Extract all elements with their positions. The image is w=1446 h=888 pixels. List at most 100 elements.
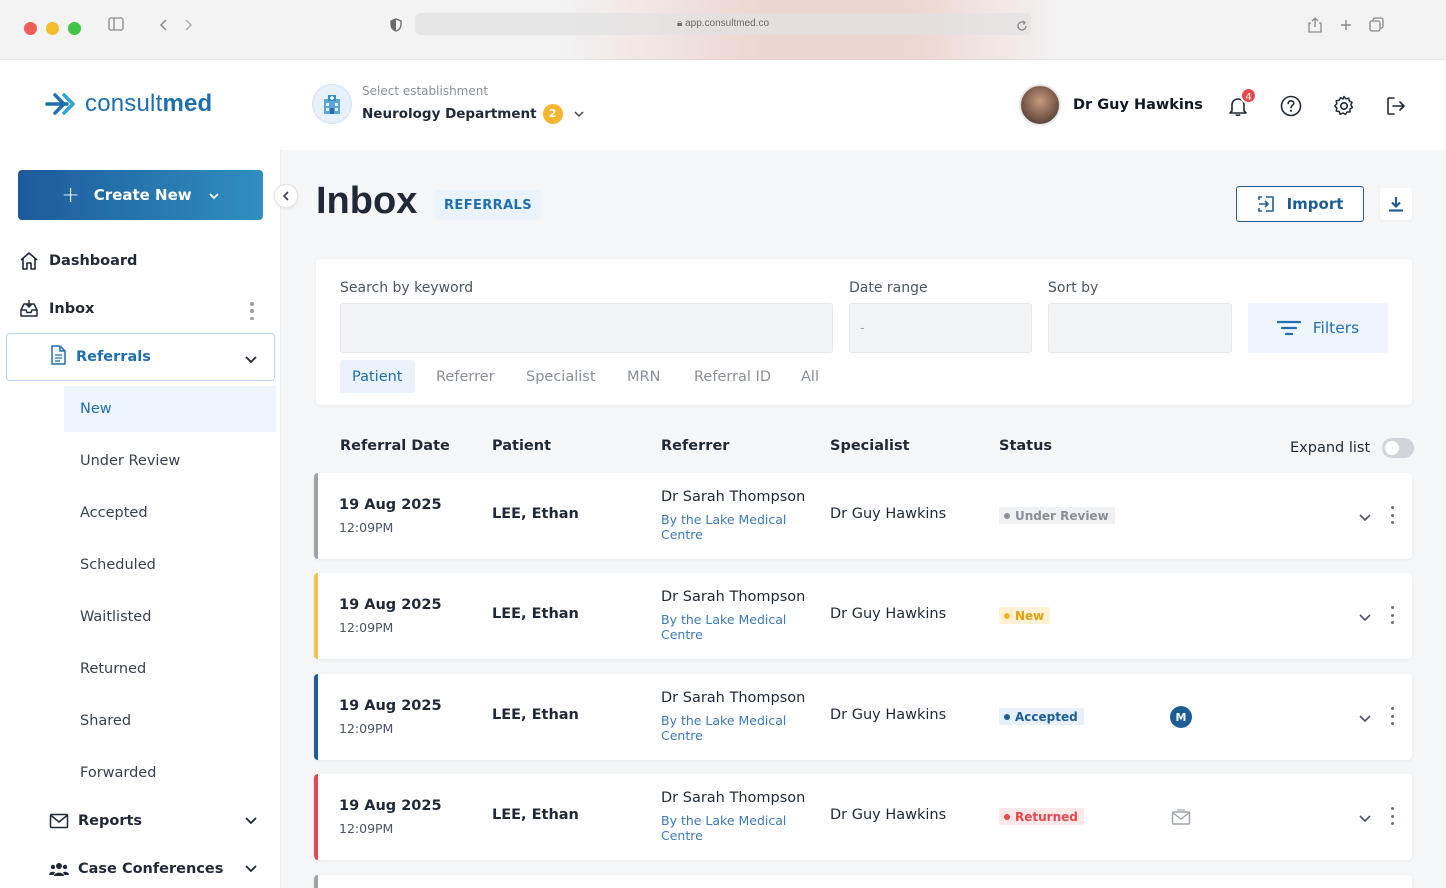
chevron-down-icon — [573, 106, 585, 122]
back-icon[interactable] — [159, 17, 169, 36]
forward-icon[interactable] — [183, 17, 193, 36]
expand-list-toggle[interactable] — [1382, 438, 1415, 458]
row-more-options-button[interactable] — [1388, 707, 1396, 725]
expand-row-chevron-icon[interactable] — [1358, 808, 1372, 827]
referrer-organisation: By the Lake Medical Centre — [661, 512, 787, 542]
table-row[interactable] — [314, 875, 1412, 888]
establishment-selector[interactable]: Select establishment Neurology Departmen… — [312, 84, 585, 124]
sidebar-subitem-accepted[interactable]: Accepted — [64, 490, 276, 536]
filters-label: Filters — [1312, 319, 1360, 337]
sidebar-item-case-conferences[interactable]: Case Conferences — [48, 861, 268, 877]
expand-row-chevron-icon[interactable] — [1358, 607, 1372, 626]
home-icon — [18, 250, 40, 272]
sidebar-item-inbox[interactable]: Inbox — [18, 298, 94, 320]
specialist-name: Dr Guy Hawkins — [830, 807, 947, 823]
table-row[interactable]: 19 Aug 2025 12:09PM LEE, Ethan Dr Sarah … — [314, 674, 1412, 760]
search-label: Search by keyword — [340, 280, 474, 296]
column-header-referral-date[interactable]: Referral Date — [340, 438, 450, 454]
sidebar-subitem-new[interactable]: New — [64, 386, 276, 432]
sidebar-item-reports[interactable]: Reports — [48, 813, 268, 829]
collapse-sidebar-button[interactable] — [274, 184, 298, 208]
status-badge: Accepted — [999, 708, 1084, 725]
logo-arrows-icon — [45, 93, 75, 115]
referral-time: 12:09PM — [339, 721, 394, 736]
sidebar-subitem-forwarded[interactable]: Forwarded — [64, 750, 276, 796]
download-button[interactable] — [1380, 188, 1412, 220]
referral-time: 12:09PM — [339, 620, 394, 635]
logout-button[interactable] — [1383, 93, 1409, 119]
referrer-organisation: By the Lake Medical Centre — [661, 713, 787, 743]
sidebar-item-label: Referrals — [76, 349, 151, 365]
search-input[interactable] — [340, 303, 833, 353]
specialist-name: Dr Guy Hawkins — [830, 606, 947, 622]
column-header-patient[interactable]: Patient — [492, 438, 551, 454]
tab-patient[interactable]: Patient — [340, 360, 415, 393]
sidebar-subitem-shared[interactable]: Shared — [64, 698, 276, 744]
tab-specialist[interactable]: Specialist — [526, 360, 596, 393]
column-header-status[interactable]: Status — [999, 438, 1052, 454]
row-more-options-button[interactable] — [1388, 807, 1396, 825]
sidebar-subitem-under-review[interactable]: Under Review — [64, 438, 276, 484]
row-more-options-button[interactable] — [1388, 606, 1396, 624]
expand-list-label: Expand list — [1290, 440, 1371, 456]
maximize-window-button[interactable] — [68, 22, 81, 35]
column-header-referrer[interactable]: Referrer — [661, 438, 729, 454]
tab-referrer[interactable]: Referrer — [436, 360, 495, 393]
new-tab-icon[interactable] — [1339, 17, 1353, 36]
patient-name[interactable]: LEE, Ethan — [492, 606, 579, 622]
mail-icon[interactable] — [1168, 804, 1194, 830]
privacy-shield-icon[interactable] — [390, 17, 402, 36]
download-icon — [1389, 197, 1403, 212]
establishment-label: Select establishment — [362, 84, 489, 98]
mail-report-icon — [48, 813, 70, 829]
sidebar-subitem-scheduled[interactable]: Scheduled — [64, 542, 276, 588]
referrer-name: Dr Sarah Thompson — [661, 489, 806, 505]
import-button[interactable]: Import — [1236, 186, 1364, 222]
date-range-value: - — [860, 320, 865, 336]
sidebar-toggle-icon[interactable] — [108, 16, 124, 35]
specialist-name: Dr Guy Hawkins — [830, 707, 947, 723]
sidebar-subitem-returned[interactable]: Returned — [64, 646, 276, 692]
tab-all[interactable]: All — [801, 360, 819, 393]
column-header-specialist[interactable]: Specialist — [830, 438, 910, 454]
import-icon — [1257, 195, 1275, 213]
logo-text: consultmed — [85, 90, 213, 117]
date-range-input[interactable]: - — [849, 303, 1032, 353]
sidebar-item-dashboard[interactable]: Dashboard — [18, 250, 137, 272]
expand-row-chevron-icon[interactable] — [1358, 708, 1372, 727]
consultmed-logo[interactable]: consultmed — [45, 90, 212, 118]
table-row[interactable]: 19 Aug 2025 12:09PM LEE, Ethan Dr Sarah … — [314, 573, 1412, 659]
settings-button[interactable] — [1331, 93, 1357, 119]
row-more-options-button[interactable] — [1388, 506, 1396, 524]
tab-overview-icon[interactable] — [1369, 17, 1384, 36]
assignee-indicator[interactable]: M — [1168, 704, 1194, 730]
tab-mrn[interactable]: MRN — [627, 360, 660, 393]
referrer-name: Dr Sarah Thompson — [661, 589, 806, 605]
patient-name[interactable]: LEE, Ethan — [492, 707, 579, 723]
browser-chrome: 🔒︎ app.consultmed.co — [0, 0, 1446, 60]
notifications-button[interactable]: 4 — [1225, 87, 1257, 119]
reload-icon[interactable] — [1016, 17, 1028, 36]
close-window-button[interactable] — [24, 22, 37, 35]
user-profile[interactable]: Dr Guy Hawkins — [1019, 84, 1203, 126]
establishment-count-badge: 2 — [542, 104, 563, 124]
minimize-window-button[interactable] — [46, 22, 59, 35]
patient-name[interactable]: LEE, Ethan — [492, 506, 579, 522]
sidebar-subitem-waitlisted[interactable]: Waitlisted — [64, 594, 276, 640]
share-icon[interactable] — [1308, 17, 1322, 37]
notification-count-badge: 4 — [1240, 87, 1257, 104]
patient-name[interactable]: LEE, Ethan — [492, 807, 579, 823]
inbox-more-options-button[interactable] — [247, 302, 257, 320]
filters-button[interactable]: Filters — [1248, 303, 1388, 353]
tab-referral-id[interactable]: Referral ID — [694, 360, 771, 393]
sidebar-item-referrals[interactable]: Referrals — [6, 333, 275, 381]
referral-time: 12:09PM — [339, 520, 394, 535]
expand-row-chevron-icon[interactable] — [1358, 507, 1372, 526]
avatar — [1019, 84, 1061, 126]
table-row[interactable]: 19 Aug 2025 12:09PM LEE, Ethan Dr Sarah … — [314, 774, 1412, 860]
sort-by-select[interactable] — [1048, 303, 1232, 353]
create-new-button[interactable]: + Create New — [18, 170, 263, 220]
table-row[interactable]: 19 Aug 2025 12:09PM LEE, Ethan Dr Sarah … — [314, 473, 1412, 559]
help-button[interactable] — [1278, 93, 1304, 119]
url-bar[interactable]: 🔒︎ app.consultmed.co — [415, 13, 1031, 35]
